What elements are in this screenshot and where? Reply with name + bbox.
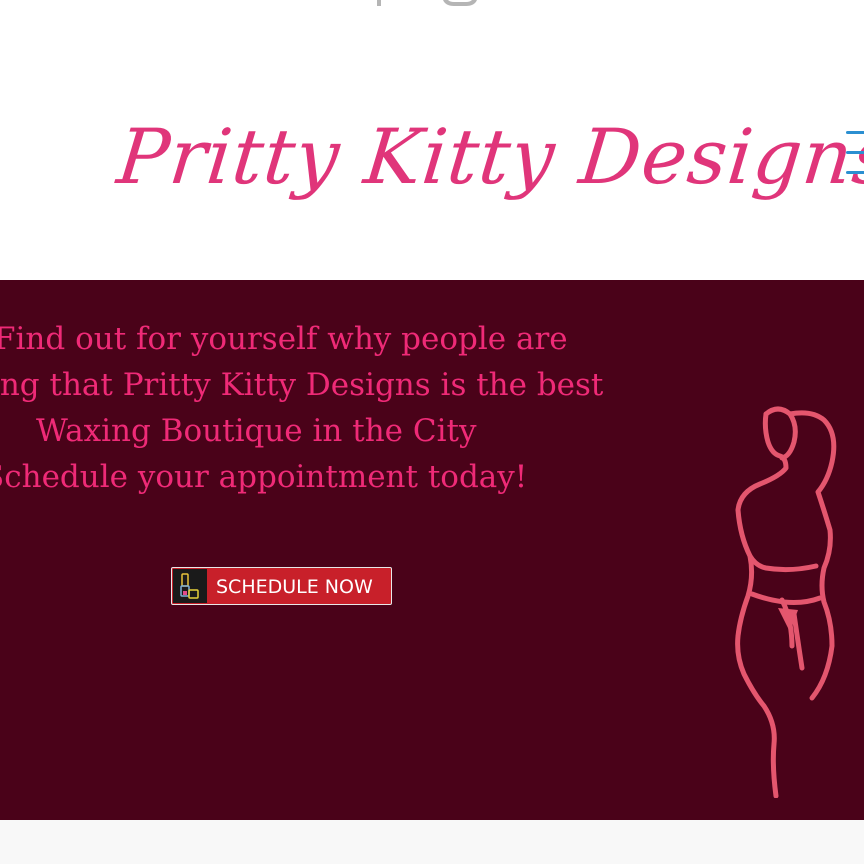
schedule-now-label: SCHEDULE NOW	[216, 576, 373, 598]
logo-text: Pritty Kitty Designs	[113, 112, 864, 201]
woman-silhouette-illustration	[735, 406, 837, 798]
hamburger-menu-icon[interactable]	[846, 128, 864, 180]
booking-app-icon	[173, 569, 207, 603]
hero-line-2: saying that Pritty Kitty Designs is the …	[0, 367, 604, 403]
schedule-now-button[interactable]: SCHEDULE NOW	[171, 567, 392, 605]
facebook-icon[interactable]	[374, 0, 384, 6]
hero-line-1: Find out for yourself why people are	[0, 321, 568, 357]
hero-banner: Find out for yourself why people are say…	[0, 280, 864, 820]
social-icons	[368, 0, 488, 10]
instagram-icon[interactable]	[442, 0, 478, 6]
footer-band	[0, 820, 864, 864]
